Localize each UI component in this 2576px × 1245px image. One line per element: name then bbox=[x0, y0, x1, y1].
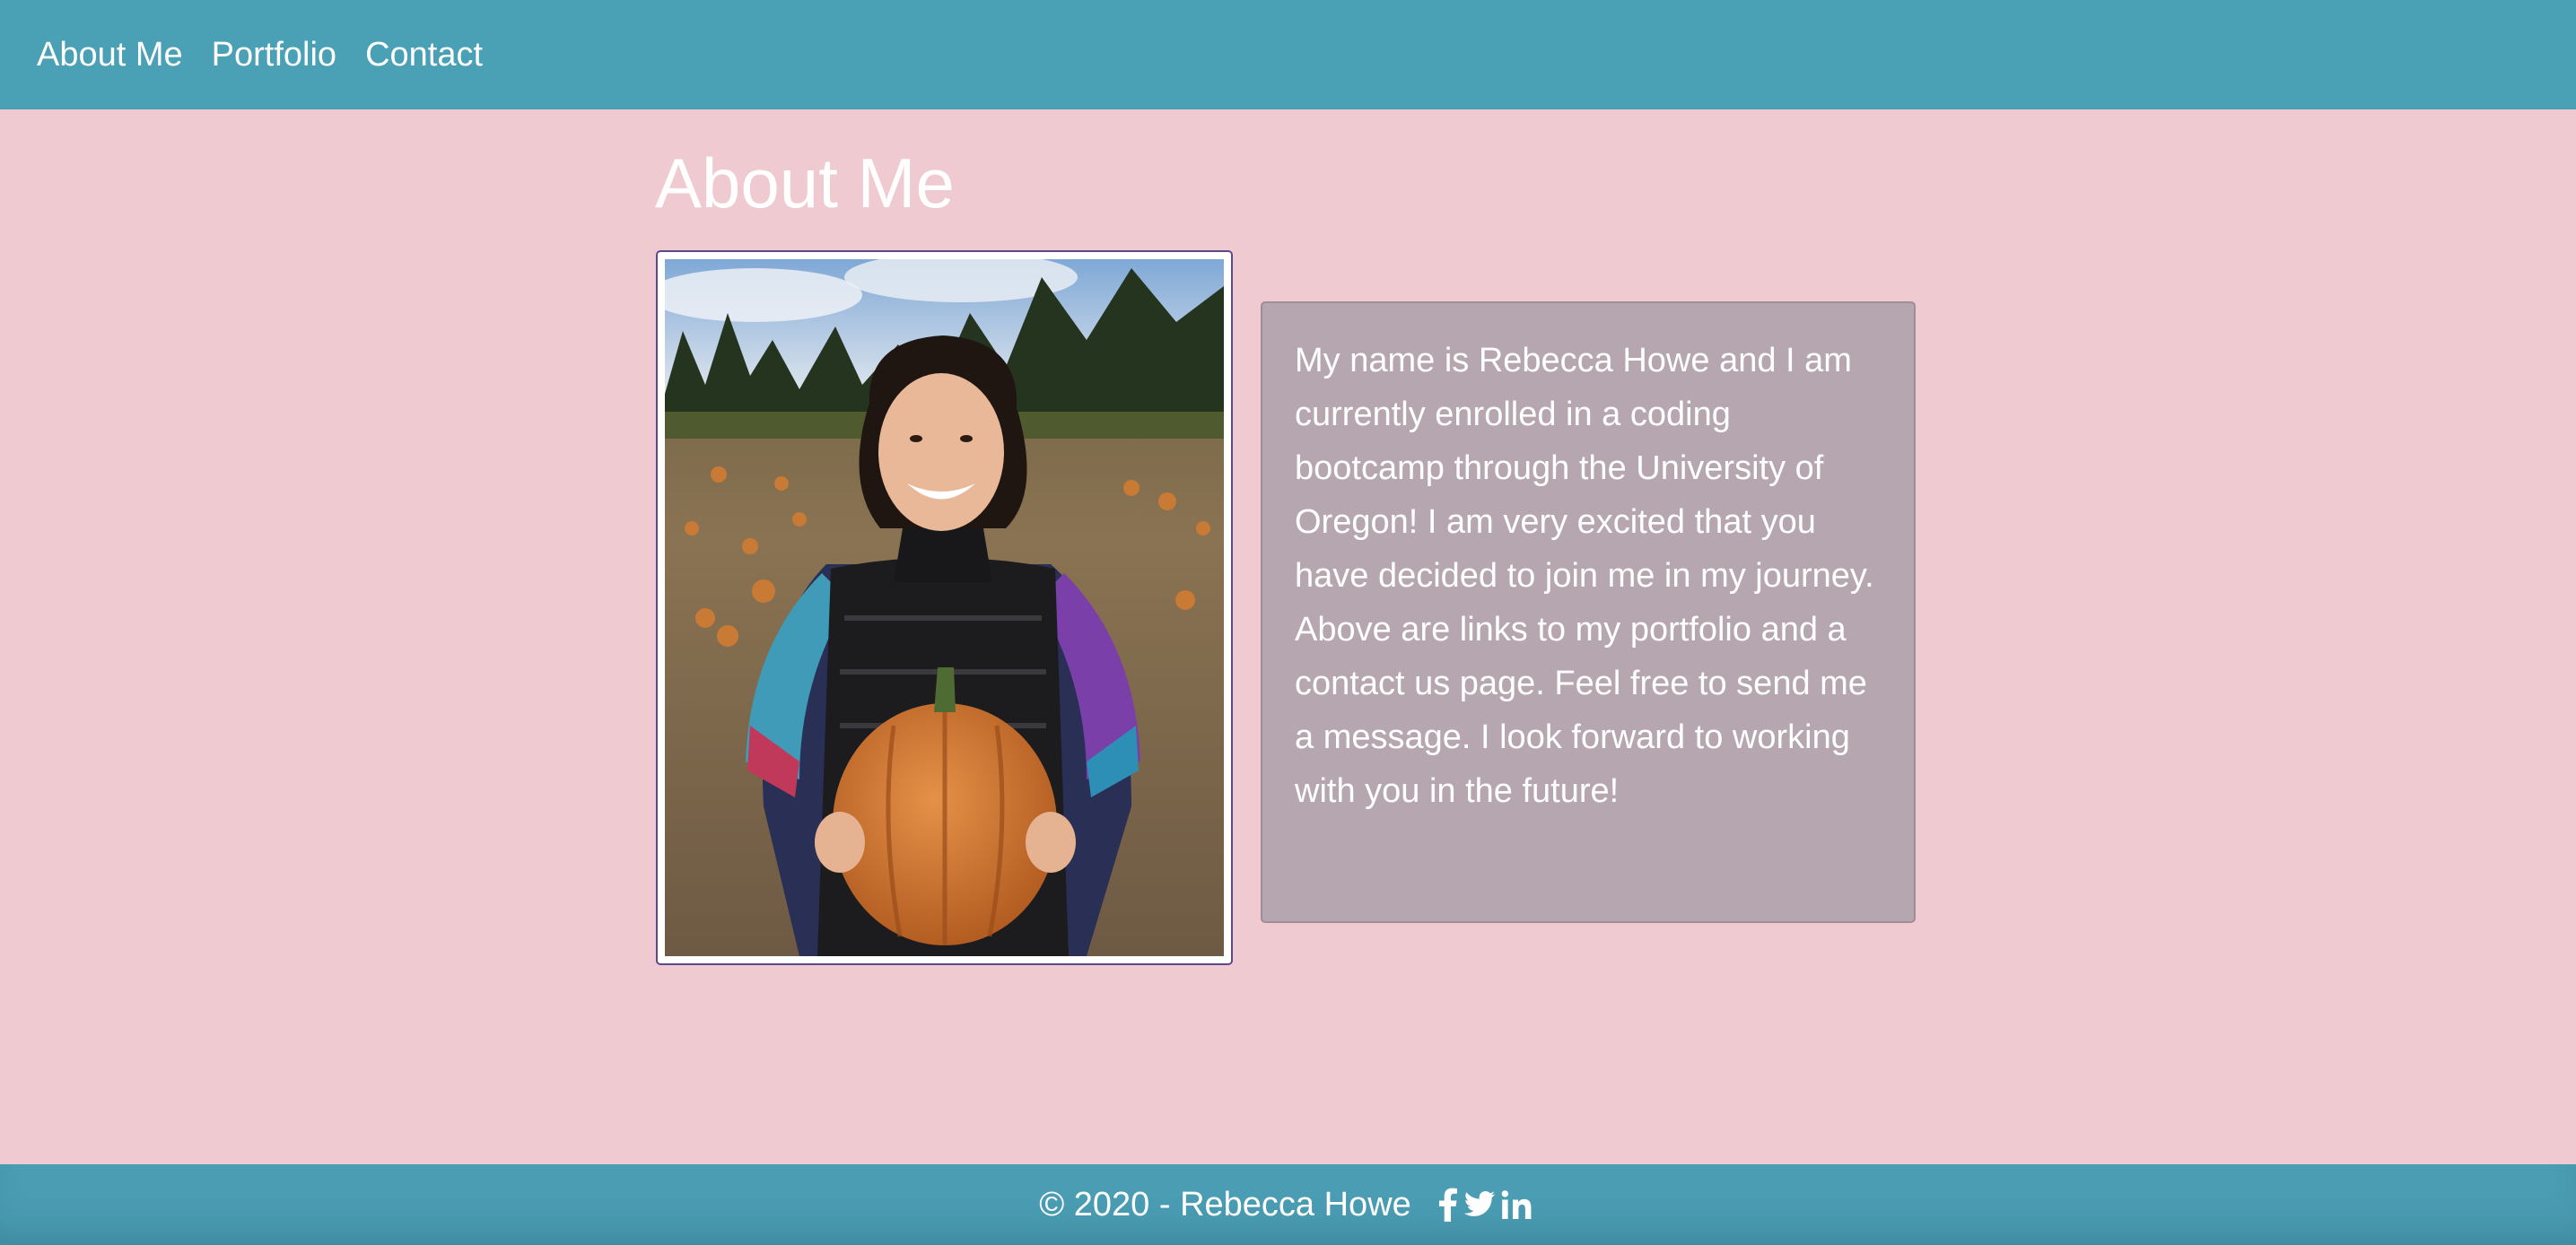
twitter-icon[interactable] bbox=[1463, 1187, 1496, 1223]
nav-link-portfolio[interactable]: Portfolio bbox=[212, 36, 336, 74]
profile-photo bbox=[656, 250, 1233, 965]
nav-link-contact[interactable]: Contact bbox=[365, 36, 483, 74]
facebook-icon[interactable] bbox=[1438, 1187, 1458, 1223]
copyright-text: © 2020 - Rebecca Howe bbox=[1039, 1185, 1411, 1223]
footer: © 2020 - Rebecca Howe bbox=[0, 1164, 2576, 1245]
bio-text: My name is Rebecca Howe and I am current… bbox=[1295, 342, 1874, 810]
page-title: About Me bbox=[655, 144, 955, 222]
profile-photo-illustration bbox=[665, 259, 1224, 956]
top-navbar: About Me Portfolio Contact bbox=[0, 0, 2576, 109]
nav-link-about-me[interactable]: About Me bbox=[37, 36, 183, 74]
bio-card: My name is Rebecca Howe and I am current… bbox=[1261, 301, 1916, 923]
linkedin-icon[interactable] bbox=[1501, 1187, 1532, 1223]
